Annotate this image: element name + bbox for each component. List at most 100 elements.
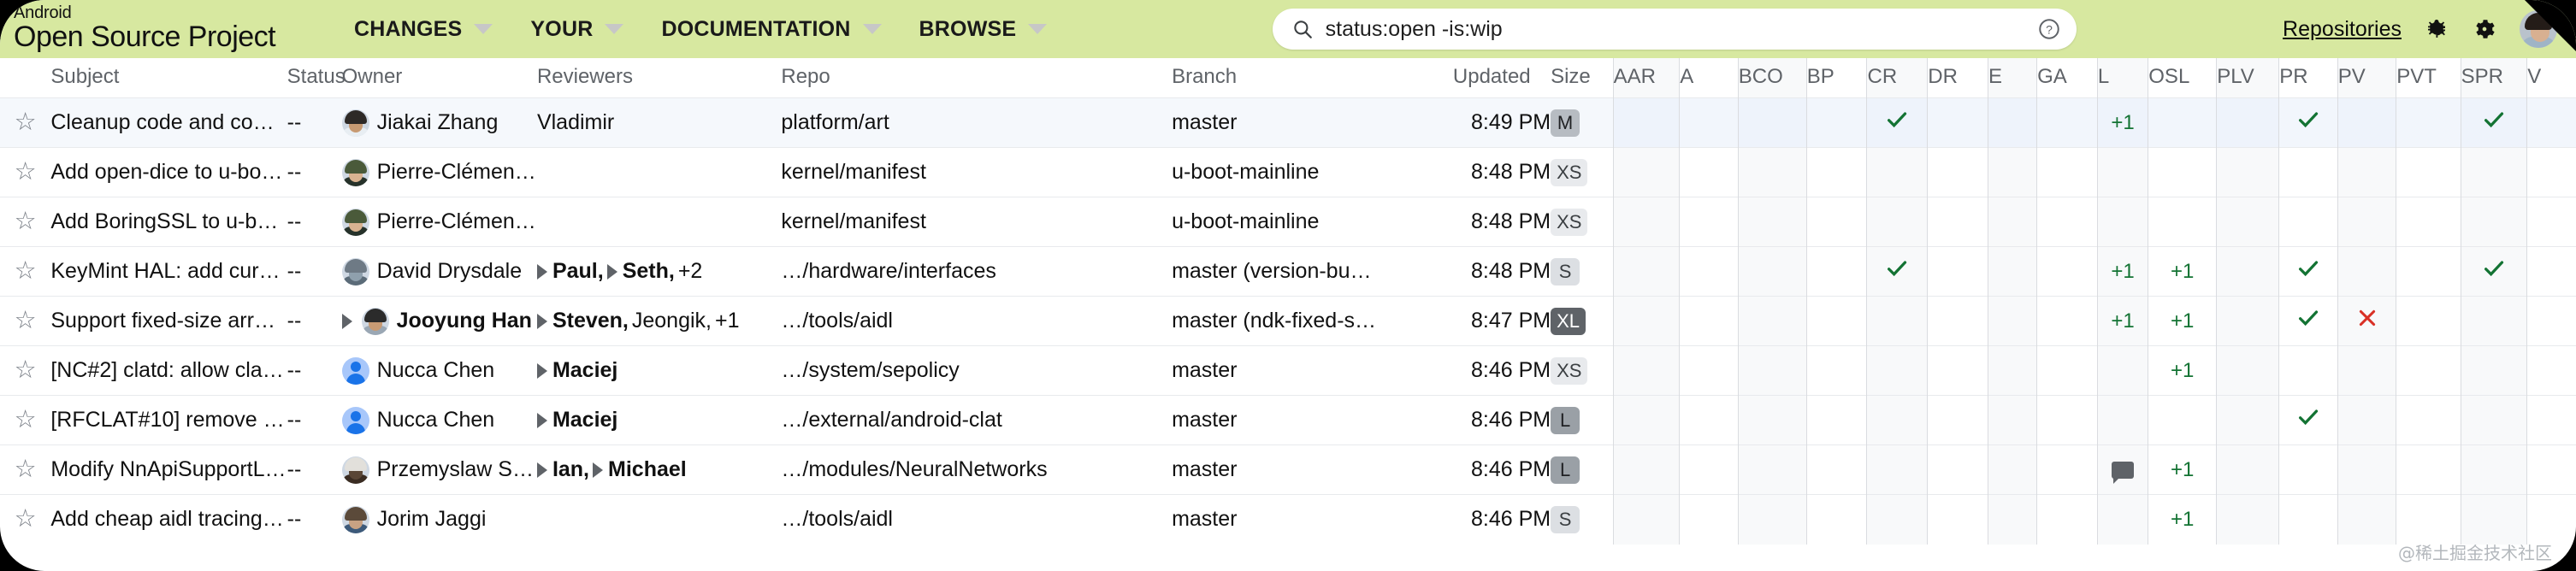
label-cell-v[interactable] <box>2526 395 2576 445</box>
column-header-label-a[interactable]: A <box>1679 58 1739 98</box>
label-cell-bp[interactable] <box>1805 444 1867 495</box>
star-cell[interactable]: ☆ <box>0 495 50 545</box>
table-row[interactable]: ☆ Support fixed-size arrays i…-- Jooyung H… <box>0 296 2576 346</box>
label-cell-ga[interactable] <box>2036 197 2098 247</box>
label-cell-dr[interactable] <box>1927 246 1988 297</box>
label-cell-bco[interactable] <box>1737 395 1807 445</box>
label-cell-l[interactable] <box>2096 444 2148 495</box>
reviewers-cell[interactable]: Maciej <box>536 396 781 445</box>
search-input[interactable] <box>1325 16 2029 42</box>
label-cell-cr[interactable] <box>1866 147 1928 197</box>
label-cell-cr[interactable] <box>1866 494 1928 545</box>
label-cell-pvt[interactable] <box>2396 444 2461 495</box>
subject-cell[interactable]: Add BoringSSL to u-boot … <box>50 197 287 247</box>
repositories-link[interactable]: Repositories <box>2283 17 2402 42</box>
label-cell-l[interactable]: +1 <box>2096 246 2148 297</box>
label-cell-pr[interactable] <box>2278 494 2338 545</box>
change-subject-link[interactable]: Support fixed-size arrays i… <box>50 309 287 333</box>
star-cell[interactable]: ☆ <box>0 97 51 148</box>
label-cell-dr[interactable] <box>1927 444 1988 495</box>
label-cell-pr[interactable] <box>2278 246 2338 297</box>
label-cell-a[interactable] <box>1679 296 1739 346</box>
table-row[interactable]: ☆ KeyMint HAL: add curve 2…-- David Drysda… <box>0 246 2576 297</box>
label-cell-plv[interactable] <box>2216 197 2279 247</box>
label-cell-bco[interactable] <box>1737 296 1807 346</box>
label-cell-l[interactable] <box>2096 494 2148 545</box>
table-row[interactable]: ☆ [NC#2] clatd: allow clatd a…-- Nucca Che… <box>0 345 2576 396</box>
change-subject-link[interactable]: Add BoringSSL to u-boot … <box>50 209 287 234</box>
label-cell-dr[interactable] <box>1927 395 1988 445</box>
label-cell-cr[interactable] <box>1866 296 1928 346</box>
label-cell-ga[interactable] <box>2036 345 2098 396</box>
bug-icon[interactable] <box>2424 16 2449 42</box>
star-cell[interactable]: ☆ <box>0 346 50 396</box>
label-cell-dr[interactable] <box>1927 197 1988 247</box>
repo-cell[interactable]: …/tools/aidl <box>781 297 1172 346</box>
label-cell-pr[interactable] <box>2278 395 2338 445</box>
label-cell-cr[interactable] <box>1866 246 1928 297</box>
star-icon[interactable]: ☆ <box>15 257 37 285</box>
label-cell-aar[interactable] <box>1612 345 1680 396</box>
label-cell-plv[interactable] <box>2216 246 2279 297</box>
label-cell-a[interactable] <box>1679 147 1739 197</box>
column-header-label-v[interactable]: V <box>2526 58 2576 98</box>
label-cell-ga[interactable] <box>2036 147 2098 197</box>
label-cell-plv[interactable] <box>2216 444 2279 495</box>
column-header-label-aar[interactable]: AAR <box>1612 58 1680 98</box>
label-cell-cr[interactable] <box>1866 395 1928 445</box>
label-cell-osl[interactable] <box>2148 97 2217 148</box>
branch-cell[interactable]: master <box>1172 396 1453 445</box>
label-cell-v[interactable] <box>2526 296 2576 346</box>
label-cell-e[interactable] <box>1988 197 2037 247</box>
column-header-label-cr[interactable]: CR <box>1866 58 1928 98</box>
column-header-owner[interactable]: Owner <box>341 58 537 98</box>
label-cell-v[interactable] <box>2526 246 2576 297</box>
label-cell-dr[interactable] <box>1927 97 1988 148</box>
label-cell-pv[interactable] <box>2337 296 2396 346</box>
repo-cell[interactable]: kernel/manifest <box>781 197 1172 247</box>
label-cell-ga[interactable] <box>2036 97 2098 148</box>
label-cell-pv[interactable] <box>2337 147 2396 197</box>
label-cell-v[interactable] <box>2526 97 2576 148</box>
star-icon[interactable]: ☆ <box>15 356 37 384</box>
label-cell-l[interactable]: +1 <box>2096 296 2148 346</box>
label-cell-pvt[interactable] <box>2396 296 2461 346</box>
label-cell-e[interactable] <box>1988 494 2037 545</box>
label-cell-aar[interactable] <box>1612 444 1680 495</box>
repo-cell[interactable]: …/system/sepolicy <box>781 346 1172 396</box>
label-cell-osl[interactable]: +1 <box>2148 296 2217 346</box>
repo-cell[interactable]: kernel/manifest <box>781 148 1172 197</box>
help-circle-icon[interactable]: ? <box>2037 17 2061 41</box>
label-cell-spr[interactable] <box>2460 147 2527 197</box>
label-cell-e[interactable] <box>1988 296 2037 346</box>
label-cell-v[interactable] <box>2526 147 2576 197</box>
label-cell-l[interactable]: +1 <box>2096 97 2148 148</box>
label-cell-pv[interactable] <box>2337 97 2396 148</box>
subject-cell[interactable]: Add cheap aidl tracing suit… <box>50 495 287 545</box>
label-cell-cr[interactable] <box>1866 444 1928 495</box>
column-header-subject[interactable]: Subject <box>50 58 287 98</box>
label-cell-pvt[interactable] <box>2396 246 2461 297</box>
label-cell-v[interactable] <box>2526 444 2576 495</box>
column-header-label-ga[interactable]: GA <box>2036 58 2098 98</box>
label-cell-spr[interactable] <box>2460 296 2527 346</box>
table-row[interactable]: ☆ Cleanup code and comme…-- Jiakai Zhang Vl… <box>0 97 2576 148</box>
column-header-label-dr[interactable]: DR <box>1927 58 1988 98</box>
repo-cell[interactable]: platform/art <box>781 97 1173 148</box>
label-cell-aar[interactable] <box>1612 494 1680 545</box>
star-cell[interactable]: ☆ <box>0 396 50 445</box>
branch-cell[interactable]: master <box>1172 97 1453 148</box>
search-box[interactable]: ? <box>1272 9 2077 50</box>
label-cell-plv[interactable] <box>2216 395 2279 445</box>
label-cell-osl[interactable]: +1 <box>2148 345 2217 396</box>
table-row[interactable]: ☆ Modify NnApiSupportLibra…-- Przemyslaw S… <box>0 444 2576 495</box>
reviewers-cell[interactable]: Paul, Seth, +2 <box>536 247 781 297</box>
label-cell-v[interactable] <box>2526 197 2576 247</box>
star-cell[interactable]: ☆ <box>0 247 50 297</box>
column-header-label-e[interactable]: E <box>1988 58 2037 98</box>
label-cell-cr[interactable] <box>1866 197 1928 247</box>
label-cell-bp[interactable] <box>1805 494 1867 545</box>
label-cell-pvt[interactable] <box>2396 197 2461 247</box>
label-cell-a[interactable] <box>1679 197 1739 247</box>
column-header-label-pvt[interactable]: PVT <box>2396 58 2461 98</box>
